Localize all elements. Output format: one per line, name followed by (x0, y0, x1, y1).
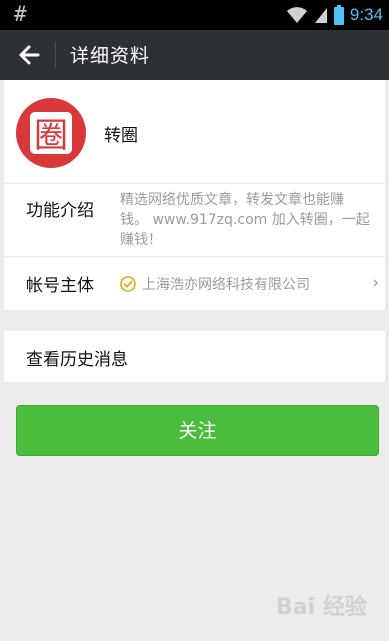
details-section: 功能介绍 精选网络优质文章，转发文章也能赚钱。 www.917zq.com 加入… (4, 184, 385, 310)
back-button[interactable] (14, 40, 46, 70)
battery-icon (333, 5, 344, 25)
owner-label: 帐号主体 (26, 276, 94, 296)
logo-glyph: 圈 (34, 116, 68, 156)
view-history-row[interactable]: 查看历史消息 (4, 331, 385, 382)
page-title: 详细资料 (70, 45, 151, 67)
signal-icon (314, 8, 327, 23)
notification-hash-icon: # (14, 2, 27, 26)
account-name: 转圈 (104, 126, 138, 146)
verified-check-icon (120, 276, 136, 292)
baidu-watermark-logo: Bai 经验 (276, 594, 367, 620)
status-indicators: 9:34 (286, 3, 383, 27)
history-label: 查看历史消息 (26, 350, 128, 370)
chevron-right-icon: › (372, 273, 379, 293)
intro-label: 功能介绍 (26, 201, 94, 221)
wifi-icon (286, 7, 307, 23)
owner-value: 上海浩亦网络科技有限公司 (120, 274, 310, 294)
back-arrow-icon (19, 45, 40, 65)
account-logo[interactable]: 圈 (16, 98, 86, 168)
title-divider (55, 42, 56, 68)
clock-time: 9:34 (349, 5, 383, 24)
title-bar: 详细资料 (0, 30, 389, 80)
profile-card: 圈 转圈 (4, 80, 385, 183)
follow-button[interactable]: 关注 (16, 405, 379, 456)
status-bar: # 9:34 (0, 0, 389, 30)
svg-text:Bai 经验: Bai 经验 (276, 594, 367, 620)
owner-company-name: 上海浩亦网络科技有限公司 (142, 277, 310, 293)
account-owner-row[interactable]: 帐号主体 上海浩亦网络科技有限公司 › (4, 257, 385, 310)
intro-text: 精选网络优质文章，转发文章也能赚钱。 www.917zq.com 加入转圈，一起… (120, 192, 370, 248)
